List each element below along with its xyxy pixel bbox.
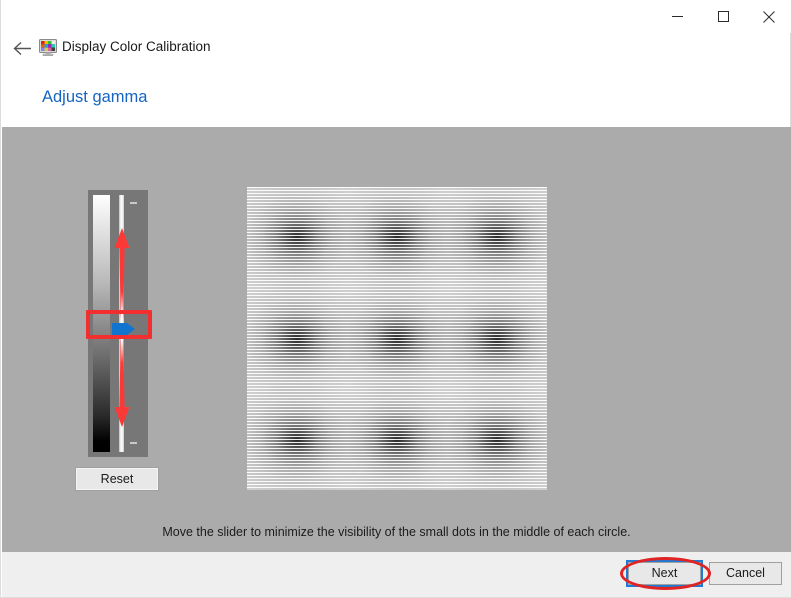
maximize-icon (717, 11, 729, 22)
instruction-text: Move the slider to minimize the visibili… (162, 525, 631, 539)
page-title: Adjust gamma (42, 88, 148, 106)
gamma-test-pattern (247, 187, 547, 490)
slider-tick-top (130, 202, 137, 204)
close-button[interactable] (746, 0, 791, 33)
monitor-color-icon (39, 38, 57, 56)
cancel-button[interactable]: Cancel (709, 562, 782, 585)
down-arrow-annotation-icon (114, 335, 130, 427)
reset-button[interactable]: Reset (75, 467, 159, 491)
maximize-button[interactable] (700, 0, 746, 33)
annotation-rect-slider (86, 310, 152, 339)
window-controls (654, 0, 791, 33)
minimize-button[interactable] (654, 0, 700, 33)
content-area: Reset Move the slider to minimize the vi… (2, 127, 791, 552)
app-title: Display Color Calibration (62, 39, 211, 54)
back-button[interactable] (9, 35, 35, 61)
back-arrow-icon (12, 41, 31, 55)
display-color-calibration-window: Display Color Calibration Adjust gamma R… (0, 0, 791, 598)
close-icon (763, 10, 775, 23)
footer-bar: Next Cancel (2, 552, 791, 597)
pattern-scanlines (247, 187, 547, 490)
header-row: Display Color Calibration (1, 33, 791, 65)
slider-tick-bottom (130, 442, 137, 444)
next-button[interactable]: Next (626, 560, 703, 587)
title-bar (1, 0, 791, 33)
minimize-icon (671, 16, 683, 17)
up-arrow-annotation-icon (114, 228, 130, 320)
